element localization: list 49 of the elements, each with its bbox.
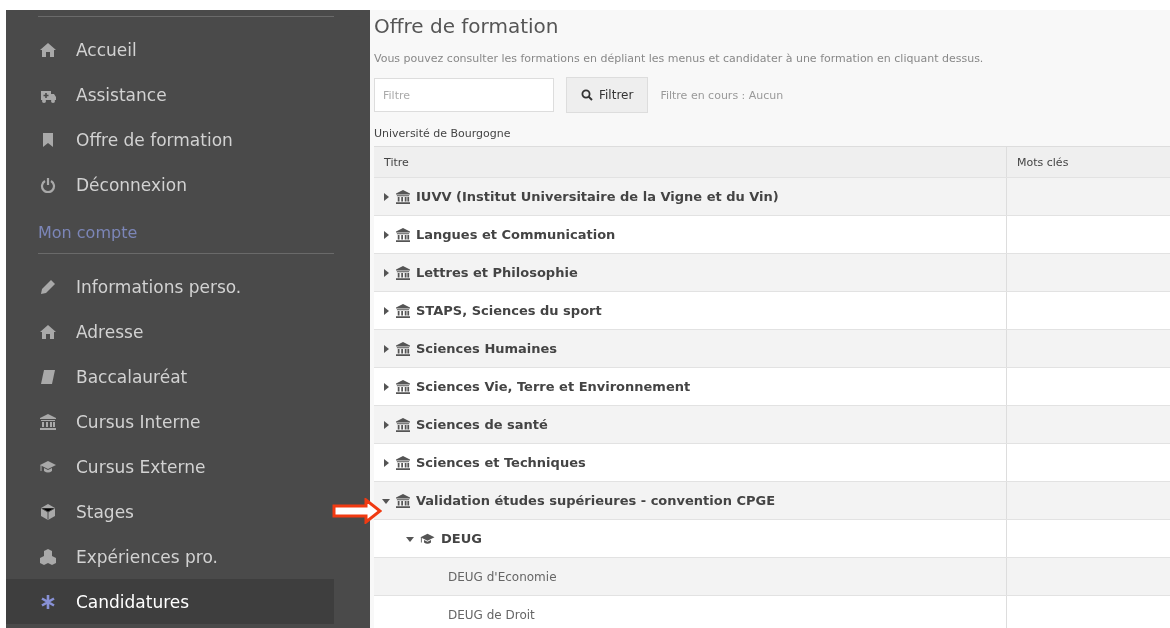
page-title: Offre de formation — [374, 14, 560, 40]
home-icon — [40, 41, 56, 58]
sidebar-item[interactable]: Déconnexion — [6, 162, 334, 207]
bookmark-icon — [40, 131, 56, 148]
bank-icon — [40, 413, 56, 430]
graduation-cap-icon — [420, 531, 435, 546]
sidebar-item[interactable]: Expériences pro. — [6, 534, 334, 579]
sidebar-item[interactable]: Candidatures — [6, 579, 334, 624]
tree-row[interactable]: Langues et Communication — [374, 216, 1007, 253]
power-icon — [40, 176, 56, 193]
tree-row[interactable]: DEUG — [374, 520, 1007, 557]
asterisk-icon — [40, 593, 56, 610]
bank-icon — [396, 227, 410, 242]
sidebar-item[interactable]: Informations perso. — [6, 264, 334, 309]
sidebar-item[interactable]: Offre de formation — [6, 117, 334, 162]
cube-icon — [40, 503, 56, 520]
cubes-icon — [40, 548, 56, 565]
tree-row[interactable]: Sciences et Techniques — [374, 444, 1007, 481]
sidebar-item[interactable]: Cursus Interne — [6, 399, 334, 444]
section-heading: Mon compte — [37, 222, 139, 244]
filter-button[interactable]: Filtrer — [566, 77, 649, 113]
filter-field[interactable]: Filtre — [374, 78, 554, 112]
bank-icon — [396, 493, 410, 508]
sidebar-item[interactable]: Cursus Externe — [6, 444, 334, 489]
university-name: Université de Bourgogne — [374, 127, 512, 140]
pencil-icon — [40, 278, 56, 295]
bank-icon — [396, 455, 410, 470]
bank-icon — [396, 341, 410, 356]
sidebar-item[interactable]: Baccalauréat — [6, 354, 334, 399]
home-icon — [40, 323, 56, 340]
column-header: Mots clés — [1016, 154, 1069, 171]
search-icon — [581, 89, 593, 101]
bank-icon — [396, 189, 410, 204]
bank-icon — [396, 417, 410, 432]
bank-icon — [396, 303, 410, 318]
column-header: Titre — [374, 147, 1007, 177]
sidebar-item[interactable]: Accueil — [6, 27, 334, 72]
filter-status-text: Filtre en cours : Aucun — [660, 88, 784, 102]
tree-row[interactable]: DEUG de Droit — [374, 596, 1007, 628]
bank-icon — [396, 265, 410, 280]
tree-row[interactable]: STAPS, Sciences du sport — [374, 292, 1007, 329]
bank-icon — [396, 379, 410, 394]
sidebar-item[interactable]: Assistance — [6, 72, 334, 117]
book-icon — [40, 368, 56, 385]
sidebar-item[interactable]: Stages — [6, 489, 334, 534]
sidebar-item[interactable]: Adresse — [6, 309, 334, 354]
graduation-cap-icon — [40, 458, 56, 475]
description-text: Vous pouvez consulter les formations en dépliant les menus et candidater à une formation en cliquant dessus. — [374, 52, 985, 65]
tree-row[interactable]: Sciences Vie, Terre et Environnement — [374, 368, 1007, 405]
